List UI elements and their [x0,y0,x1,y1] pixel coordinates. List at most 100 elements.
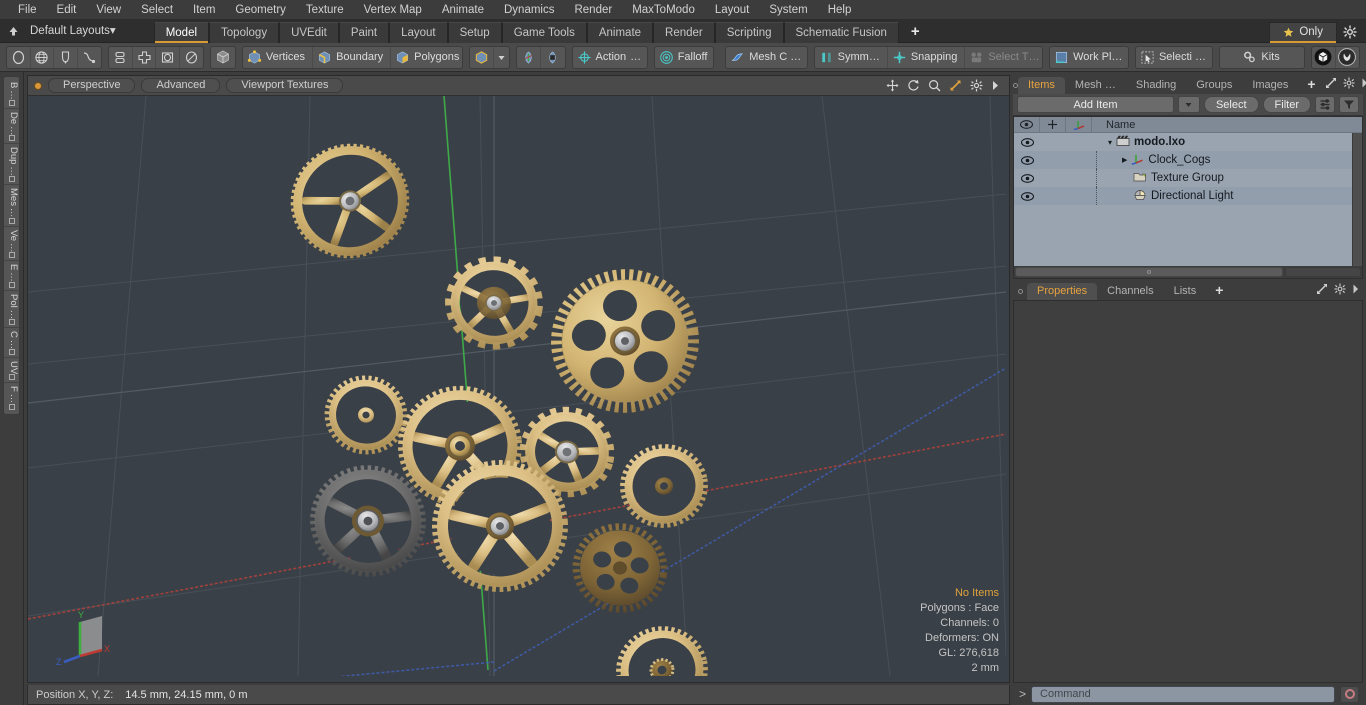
tab-render[interactable]: Render [653,21,715,43]
eye-icon[interactable] [1014,116,1040,133]
tab-paint[interactable]: Paint [338,21,390,43]
left-rail-tab-vertex[interactable]: Ve … [4,227,19,261]
center-axis-icon[interactable] [517,46,542,68]
selection-sets-button[interactable]: Selecti … [1136,47,1212,68]
item-cube-icon[interactable] [470,46,494,68]
tab-groups[interactable]: Groups [1186,77,1243,94]
add-panel-tab-button[interactable]: + [1298,77,1325,94]
lathe-icon[interactable] [180,47,204,68]
table-row[interactable]: ▾ modo.lxo [1014,133,1362,151]
menu-item-select[interactable]: Select [131,0,183,20]
funnel-icon[interactable] [1339,96,1359,113]
row-eye-icon[interactable] [1014,155,1040,165]
bevel-icon[interactable] [156,46,180,68]
center-axis-icon-2[interactable] [541,47,565,68]
cube-icon[interactable] [211,47,235,68]
add-item-button[interactable]: Add Item [1017,96,1174,113]
home-arrow-icon[interactable] [2,21,24,42]
snapping-button[interactable]: Snapping [888,46,966,68]
menu-item-help[interactable]: Help [818,0,862,20]
tab-game-tools[interactable]: Game Tools [501,21,587,43]
mode-vertices-button[interactable]: Vertices [243,46,314,68]
left-rail-tab-duplicate[interactable]: Dup … [4,144,19,186]
globe-icon[interactable] [31,46,55,68]
tab-topology[interactable]: Topology [209,21,280,43]
gear-icon[interactable] [1337,22,1363,43]
tab-channels[interactable]: Channels [1097,283,1164,300]
menu-item-animate[interactable]: Animate [432,0,494,20]
sphere-icon[interactable] [7,46,31,68]
expander-icon[interactable]: ▶ [1122,156,1127,164]
command-input[interactable]: Command [1031,685,1335,703]
expand-icon[interactable] [1316,283,1328,298]
mirror-icon[interactable] [109,46,133,68]
viewport-gear-icon[interactable] [970,79,983,92]
row-eye-icon[interactable] [1014,191,1040,201]
menu-item-render[interactable]: Render [564,0,622,20]
left-rail-tab-deform[interactable]: De … [4,109,19,145]
expand-icon[interactable] [1325,77,1337,92]
curve-icon[interactable] [78,47,102,68]
tab-mesh[interactable]: Mesh … [1064,77,1126,94]
mode-boundary-button[interactable]: Boundary [313,46,392,68]
tab-images[interactable]: Images [1242,77,1299,94]
rotate-icon[interactable] [907,79,920,92]
chevron-right-icon[interactable] [1352,284,1359,297]
expander-icon[interactable]: ▾ [1108,138,1112,147]
action-center-button[interactable]: Action … [573,47,647,68]
left-rail-tab-mesh[interactable]: Mes … [4,185,19,227]
unreal-icon[interactable] [1336,47,1360,68]
scrollbar-track[interactable] [1285,267,1361,277]
left-rail-tab-uv[interactable]: UV [4,358,19,384]
pen-icon[interactable] [54,46,78,68]
select-button[interactable]: Select [1203,96,1259,113]
menu-item-dynamics[interactable]: Dynamics [494,0,564,20]
viewport-shading-dropdown[interactable]: Advanced [141,78,221,93]
axis-icon[interactable] [1066,116,1092,133]
menu-item-texture[interactable]: Texture [296,0,354,20]
menu-item-view[interactable]: View [86,0,131,20]
menu-item-file[interactable]: File [8,0,47,20]
work-plane-button[interactable]: Work Pl… [1050,47,1128,68]
filter-button[interactable]: Filter [1262,96,1311,113]
viewport-menu-dot-icon[interactable] [34,81,42,90]
zoom-icon[interactable] [928,79,941,92]
record-icon[interactable] [1340,685,1359,703]
tab-model[interactable]: Model [153,21,210,43]
add-properties-tab-button[interactable]: + [1206,283,1233,300]
only-toggle-button[interactable]: Only [1269,21,1337,43]
table-row[interactable]: Texture Group [1014,169,1362,187]
left-rail-tab-curve[interactable]: C … [4,328,19,359]
scrollbar-thumb[interactable] [1015,267,1283,277]
menu-item-vertex-map[interactable]: Vertex Map [354,0,432,20]
tab-uvedit[interactable]: UVEdit [279,21,339,43]
default-layouts-dropdown[interactable]: Default Layouts▾ [24,21,126,42]
table-row[interactable]: ▶ Clock_Cogs [1014,151,1362,169]
modo-cube-icon[interactable] [1312,46,1336,68]
viewport-projection-dropdown[interactable]: Perspective [48,78,136,93]
properties-content-area[interactable] [1013,300,1363,683]
left-rail-tab-edge[interactable]: E … [4,261,19,291]
symmetry-button[interactable]: Symm… [815,46,888,68]
panel-gear-icon[interactable] [1334,283,1346,298]
pan-icon[interactable] [886,79,899,92]
kits-button[interactable]: Kits [1220,47,1304,68]
menu-item-edit[interactable]: Edit [47,0,87,20]
left-rail-tab-basic[interactable]: B … [4,79,19,109]
tab-items[interactable]: Items [1018,77,1065,94]
tab-shading[interactable]: Shading [1125,77,1187,94]
left-rail-tab-fusion[interactable]: F … [4,383,19,411]
menu-item-system[interactable]: System [759,0,817,20]
move-icon[interactable] [1040,116,1066,133]
menu-item-maxtomodo[interactable]: MaxToModo [622,0,705,20]
add-tab-button[interactable]: + [899,22,932,43]
table-row[interactable]: Directional Light [1014,187,1362,205]
item-mode-dropdown[interactable] [494,47,510,68]
left-rail-tab-polygon[interactable]: Pol … [4,291,19,328]
select-through-button[interactable]: Select T… [965,47,1042,68]
sort-icon[interactable] [1315,96,1335,113]
fit-icon[interactable] [949,79,962,92]
falloff-button[interactable]: Falloff [655,47,714,68]
properties-panel-menu-dot-icon[interactable] [1013,283,1027,300]
chevron-right-icon[interactable] [1361,78,1366,91]
